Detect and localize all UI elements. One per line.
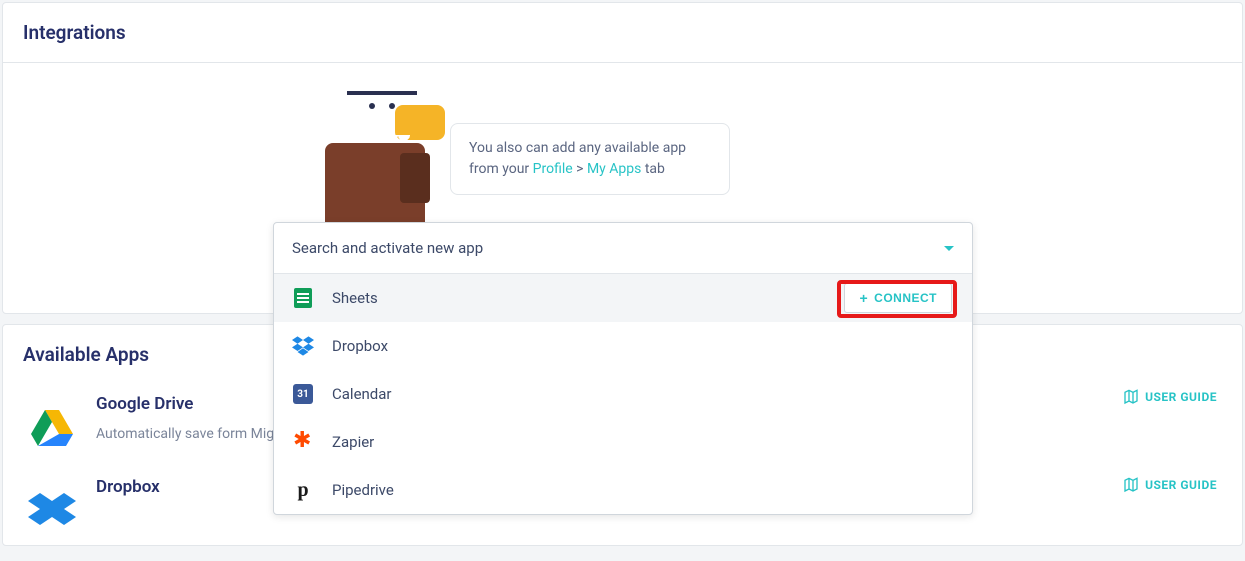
connect-label: CONNECT	[874, 291, 937, 305]
map-icon	[1123, 477, 1139, 493]
profile-link[interactable]: Profile	[533, 161, 573, 177]
user-guide-button[interactable]: USER GUIDE	[1123, 477, 1217, 493]
pipedrive-icon: p	[292, 479, 314, 501]
dropdown-item-zapier[interactable]: Zapier	[274, 418, 972, 466]
integrations-header: Integrations	[3, 3, 1242, 63]
sheets-icon	[292, 287, 314, 309]
dropbox-icon	[28, 487, 76, 535]
dropdown-item-label: Zapier	[332, 433, 374, 451]
hint-text-suffix: tab	[641, 161, 665, 177]
map-icon	[1123, 389, 1139, 405]
hint-sep: >	[573, 161, 587, 177]
dropdown-list[interactable]: Sheets + CONNECT Dropbox 31 Calendar Zap…	[274, 274, 972, 514]
dropbox-icon	[292, 335, 314, 357]
user-guide-label: USER GUIDE	[1145, 478, 1217, 492]
user-guide-label: USER GUIDE	[1145, 390, 1217, 404]
plus-icon: +	[859, 290, 868, 306]
app-search-dropdown: Search and activate new app Sheets + CON…	[273, 222, 973, 515]
dropdown-item-label: Dropbox	[332, 337, 388, 355]
app-search-placeholder: Search and activate new app	[292, 239, 483, 257]
calendar-icon: 31	[292, 383, 314, 405]
dropdown-item-calendar[interactable]: 31 Calendar	[274, 370, 972, 418]
app-search-select[interactable]: Search and activate new app	[274, 223, 972, 274]
zapier-icon	[292, 431, 314, 453]
hint-bubble: You also can add any available app from …	[450, 123, 730, 195]
mascot-area: You also can add any available app from …	[315, 83, 730, 233]
caret-down-icon	[944, 246, 954, 251]
dropdown-item-label: Calendar	[332, 385, 392, 403]
dropdown-item-pipedrive[interactable]: p Pipedrive	[274, 466, 972, 514]
my-apps-link[interactable]: My Apps	[587, 161, 641, 177]
integrations-title: Integrations	[23, 21, 1222, 44]
connect-button[interactable]: + CONNECT	[844, 283, 952, 313]
user-guide-button[interactable]: USER GUIDE	[1123, 389, 1217, 405]
dropdown-item-sheets[interactable]: Sheets + CONNECT	[274, 274, 972, 322]
dropdown-item-label: Sheets	[332, 289, 378, 307]
google-drive-icon	[28, 404, 76, 452]
dropdown-item-label: Pipedrive	[332, 481, 394, 499]
eagle-mascot-icon	[315, 83, 435, 233]
dropdown-item-dropbox[interactable]: Dropbox	[274, 322, 972, 370]
